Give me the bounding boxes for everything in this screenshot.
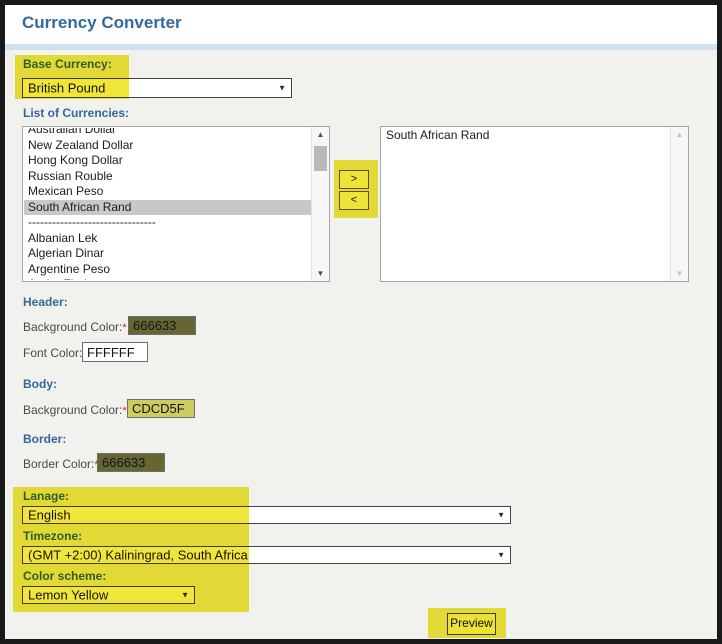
header-bgcolor-input[interactable] [128, 316, 196, 335]
chosen-currency-item[interactable]: South African Rand [382, 128, 670, 144]
scroll-down-icon[interactable]: ▼ [671, 269, 688, 278]
scrollbar[interactable]: ▲ ▼ [670, 127, 688, 281]
base-currency-label: Base Currency: [23, 57, 112, 71]
header-bgcolor-label: Background Color:* [23, 320, 127, 334]
border-color-label: Border Color:* [23, 457, 99, 471]
available-currencies-label: List of Currencies: [23, 106, 130, 120]
list-item[interactable]: Algerian Dinar [24, 246, 311, 262]
list-item[interactable]: Australian Dollar [24, 128, 311, 138]
dropdown-caret-icon: ▼ [497, 550, 505, 560]
list-item[interactable]: New Zealand Dollar [24, 138, 311, 154]
header-fontcolor-input[interactable] [82, 342, 148, 362]
page-title: Currency Converter [22, 13, 182, 32]
border-section-label: Border: [23, 432, 67, 446]
header-fontcolor-label: Font Color:* [23, 346, 87, 360]
scrollbar[interactable]: ▲ ▼ [311, 127, 329, 281]
page: Currency Converter Base Currency: Britis… [0, 0, 722, 644]
header-section-label: Header: [23, 295, 68, 309]
body-bgcolor-input[interactable] [127, 399, 195, 418]
list-item[interactable]: South African Rand [24, 199, 311, 215]
list-item[interactable]: Aruba Florin [24, 277, 311, 280]
timezone-value: (GMT +2:00) Kaliningrad, South Africa [28, 547, 248, 563]
preview-button[interactable]: Preview [447, 613, 496, 635]
timezone-label: Timezone: [23, 529, 83, 543]
list-item[interactable]: Russian Rouble [24, 169, 311, 185]
move-left-button[interactable]: < [339, 191, 369, 210]
color-scheme-value: Lemon Yellow [28, 587, 109, 603]
color-scheme-select[interactable]: Lemon Yellow ▼ [22, 586, 195, 604]
language-value: English [28, 507, 71, 523]
language-label: Lanage: [23, 489, 70, 503]
list-item[interactable]: -------------------------------- [24, 215, 311, 231]
required-asterisk: * [122, 322, 127, 334]
base-currency-select[interactable]: British Pound ▼ [22, 78, 292, 98]
timezone-select[interactable]: (GMT +2:00) Kaliningrad, South Africa ▼ [22, 546, 511, 564]
dropdown-caret-icon: ▼ [181, 590, 189, 600]
list-item[interactable]: Hong Kong Dollar [24, 153, 311, 169]
scroll-up-icon[interactable]: ▲ [312, 130, 329, 139]
body-bgcolor-label: Background Color:* [23, 403, 127, 417]
scrollbar-thumb[interactable] [314, 146, 327, 171]
base-currency-value: British Pound [28, 80, 106, 96]
scroll-up-icon[interactable]: ▲ [671, 130, 688, 139]
chosen-currencies-list[interactable]: South African Rand ▲ ▼ [380, 126, 689, 282]
list-item[interactable]: Mexican Peso [24, 184, 311, 200]
color-scheme-label: Color scheme: [23, 569, 107, 583]
language-select[interactable]: English ▼ [22, 506, 511, 524]
dropdown-caret-icon: ▼ [497, 510, 505, 520]
list-item[interactable]: Argentine Peso [24, 262, 311, 278]
border-color-input[interactable] [97, 453, 165, 472]
move-right-button[interactable]: > [339, 170, 369, 189]
available-currencies-list[interactable]: Australian Dollar New Zealand Dollar Hong … [22, 126, 330, 282]
dropdown-caret-icon: ▼ [278, 83, 286, 93]
body-section-label: Body: [23, 377, 57, 391]
list-item[interactable]: Albanian Lek [24, 231, 311, 247]
scroll-down-icon[interactable]: ▼ [312, 269, 329, 278]
